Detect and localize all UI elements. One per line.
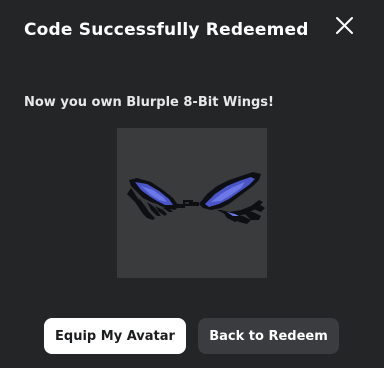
equip-avatar-button[interactable]: Equip My Avatar <box>44 318 186 354</box>
redeem-success-dialog: Code Successfully Redeemed Now you own B… <box>0 0 384 368</box>
back-to-redeem-button[interactable]: Back to Redeem <box>198 318 339 354</box>
left-wing <box>127 178 179 220</box>
wing-connector <box>177 200 199 208</box>
item-thumbnail <box>117 128 267 278</box>
right-wing <box>199 172 265 224</box>
close-icon[interactable] <box>333 14 357 38</box>
redeem-message: Now you own Blurple 8-Bit Wings! <box>24 95 274 110</box>
dialog-title: Code Successfully Redeemed <box>24 20 309 40</box>
wings-image <box>127 172 265 224</box>
